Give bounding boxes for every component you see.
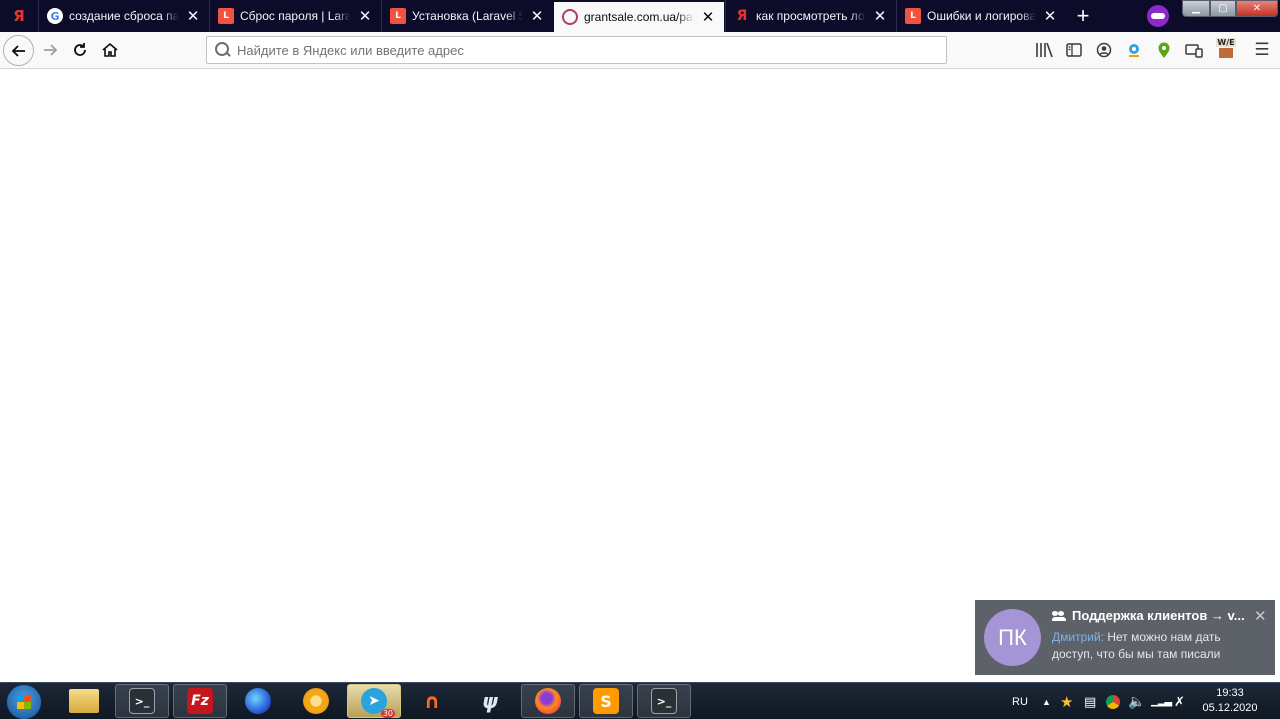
address-bar[interactable] [206, 36, 947, 64]
folder-icon [69, 689, 99, 713]
taskbar-explorer[interactable] [57, 684, 111, 718]
menu-icon[interactable]: ☰ [1252, 40, 1272, 60]
maximize-button[interactable]: ▢ [1210, 0, 1236, 17]
private-browsing-icon [1147, 5, 1169, 27]
laravel-icon: L [905, 8, 921, 24]
clock-date: 05.12.2020 [1202, 702, 1258, 714]
tab-title: Ошибки и логировани [927, 9, 1036, 23]
signal-icon[interactable]: ▁▂▃ [1151, 683, 1172, 719]
language-indicator[interactable]: RU [1012, 683, 1028, 719]
chat-notification[interactable]: ПК Поддержка клиентов → v... ✕ Дмитрий: … [975, 600, 1275, 675]
arrow-right-icon [44, 44, 58, 56]
close-tab-icon[interactable]: ✕ [357, 7, 373, 25]
chrome-tray-icon[interactable] [1106, 683, 1120, 719]
tab-4-active[interactable]: grantsale.com.ua/passw ✕ [554, 2, 724, 32]
start-button[interactable] [6, 684, 42, 719]
back-button[interactable] [3, 35, 34, 66]
taskbar-terminal-1[interactable]: >_ [115, 684, 169, 718]
tool-icon: ψ [482, 689, 498, 713]
taskbar-sublime[interactable]: S [579, 684, 633, 718]
sidebar-icon[interactable] [1064, 40, 1084, 60]
library-icon[interactable] [1034, 40, 1054, 60]
taskbar-firefox[interactable] [521, 684, 575, 718]
notification-title: Поддержка клиентов → v... [1072, 608, 1245, 623]
laravel-icon: L [390, 8, 406, 24]
firefox-icon [535, 688, 561, 714]
volume-icon[interactable]: 🔈 [1128, 683, 1145, 719]
taskbar-browser-orange[interactable] [289, 684, 343, 718]
tab-3[interactable]: L Установка (Laravel 5.4) ✕ [381, 0, 553, 32]
home-button[interactable] [95, 35, 125, 65]
network-icon[interactable]: ✗ [1174, 683, 1185, 719]
clock-time: 19:33 [1216, 687, 1244, 699]
close-tab-icon[interactable]: ✕ [185, 7, 201, 25]
show-hidden-icons[interactable]: ▲ [1042, 683, 1051, 719]
terminal-icon: >_ [651, 688, 677, 714]
taskbar-filezilla[interactable]: Fz [173, 684, 227, 718]
taskbar: >_ Fz ➤ 30 ∩ ψ S >_ RU ▲ ★ ▤ 🔈 ▁▂▃ ✗ 19:… [0, 682, 1280, 719]
location-pin-icon[interactable] [1154, 40, 1174, 60]
terminal-icon: >_ [129, 688, 155, 714]
google-icon: G [47, 8, 63, 24]
web-developer-extension-icon[interactable]: W/E [1214, 36, 1238, 60]
reload-icon [74, 43, 86, 56]
extension-badge: W/E [1216, 38, 1236, 47]
page-content [0, 70, 1280, 682]
close-tab-icon[interactable]: ✕ [529, 7, 545, 25]
sublime-text-icon: S [593, 688, 619, 714]
navigation-toolbar: W/E ☰ [0, 32, 1280, 69]
taskbar-telegram[interactable]: ➤ 30 [347, 684, 401, 718]
browser-window: Я G создание сброса паро ✕ L Сброс парол… [0, 0, 1280, 719]
address-input[interactable] [237, 42, 917, 58]
taskbar-terminal-2[interactable]: >_ [637, 684, 691, 718]
tab-title: Сброс пароля | Laravel [240, 9, 351, 23]
pinned-tab-yandex[interactable]: Я [0, 0, 38, 32]
close-tab-icon[interactable]: ✕ [1042, 7, 1058, 25]
synced-tabs-icon[interactable] [1184, 40, 1204, 60]
notification-body: Дмитрий: Нет можно нам дать доступ, что … [1052, 629, 1262, 663]
tab-2[interactable]: L Сброс пароля | Laravel ✕ [209, 0, 381, 32]
clock[interactable]: 19:33 05.12.2020 [1196, 686, 1264, 716]
telegram-unread-badge: 30 [380, 709, 395, 718]
tab-title: Установка (Laravel 5.4) [412, 9, 523, 23]
yandex-icon: Я [736, 8, 748, 24]
minimize-button[interactable]: ▁ [1182, 0, 1210, 17]
tab-6[interactable]: L Ошибки и логировани ✕ [896, 0, 1066, 32]
globe-icon [562, 9, 578, 25]
tab-strip: Я G создание сброса паро ✕ L Сброс парол… [0, 0, 1280, 32]
notification-title-row: Поддержка клиентов → v... [1052, 608, 1245, 623]
notification-close-icon[interactable]: ✕ [1254, 607, 1267, 625]
notification-sender: Дмитрий: [1052, 630, 1104, 644]
avatar: ПК [984, 609, 1041, 666]
extension-vpn-icon[interactable] [1124, 40, 1144, 60]
tab-title: grantsale.com.ua/passw [584, 10, 694, 24]
group-icon [1052, 610, 1066, 621]
star-icon[interactable]: ★ [1060, 683, 1073, 719]
browser-orange-icon [303, 688, 329, 714]
headphones-icon: ∩ [423, 689, 441, 713]
forward-button[interactable] [35, 35, 65, 65]
home-icon [102, 42, 118, 57]
tab-title: создание сброса паро [69, 9, 179, 23]
close-tab-icon[interactable]: ✕ [700, 8, 716, 26]
account-icon[interactable] [1094, 40, 1114, 60]
tab-5[interactable]: Я как просмотреть логи ✕ [725, 0, 896, 32]
close-window-button[interactable]: ✕ [1236, 0, 1278, 17]
clipboard-icon[interactable]: ▤ [1084, 683, 1096, 719]
telegram-icon: ➤ 30 [361, 688, 395, 718]
new-tab-button[interactable]: + [1070, 0, 1096, 32]
gear-icon [1219, 48, 1233, 58]
taskbar-firefox-dev[interactable] [231, 684, 285, 718]
taskbar-tool-app[interactable]: ψ [463, 684, 517, 718]
laravel-icon: L [218, 8, 234, 24]
firefox-developer-icon [245, 688, 271, 714]
close-tab-icon[interactable]: ✕ [872, 7, 888, 25]
tab-title: как просмотреть логи [756, 9, 866, 23]
filezilla-icon: Fz [187, 688, 213, 714]
tab-1[interactable]: G создание сброса паро ✕ [38, 0, 209, 32]
arrow-left-icon [11, 44, 25, 57]
reload-button[interactable] [65, 35, 95, 65]
search-icon [213, 40, 233, 60]
taskbar-headphones-app[interactable]: ∩ [405, 684, 459, 718]
